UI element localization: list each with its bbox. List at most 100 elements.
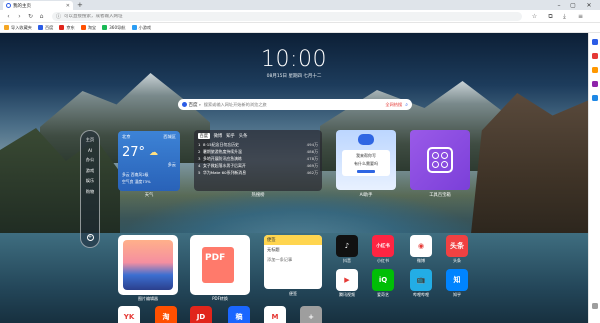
sidebar-settings-icon[interactable] [592,303,598,309]
app-icon[interactable]: 稿 [228,306,250,323]
back-button[interactable]: ‹ [4,12,13,21]
search-engine-selector[interactable]: 百度 ▾ [182,102,201,108]
ai-assistant-card[interactable]: 我来帮你写 有什么需要吗 [336,130,396,190]
sidebar-chat-icon[interactable] [592,81,598,87]
sidebar-app-icon[interactable] [592,67,598,73]
app-label: 哔哩哔哩 [413,292,429,297]
app-icon[interactable]: ▶ [336,269,358,291]
sidebar-search-icon[interactable] [592,39,598,45]
app-icon[interactable]: ♪ [336,235,358,257]
weather-temp: 27° [122,145,146,160]
weather-city: 北京 [122,134,131,139]
app-label: 知乎 [453,292,461,297]
category-nav-item[interactable]: 游戏 [86,168,94,174]
sidebar-video-icon[interactable] [592,95,598,101]
hot-title: 8·15纪念日勿忘历史 [203,142,239,147]
landscape-picture-icon [123,240,173,290]
app-icon[interactable]: iQ [372,269,394,291]
image-editor-card[interactable] [118,235,178,295]
download-icon[interactable]: ⤓ [560,12,569,21]
app-icon[interactable]: 淘 [155,306,177,323]
grid-icon [427,147,453,173]
app-icon[interactable]: M [264,306,286,323]
menu-icon[interactable]: ≡ [576,12,585,21]
app-label: 腾讯视频 [339,292,355,297]
hot-tab[interactable]: 知乎 [226,133,235,139]
app-icon[interactable]: 知 [446,269,468,291]
hot-search-button[interactable]: 全网热搜 [385,102,402,108]
home-button[interactable]: ⌂ [37,12,46,21]
hot-title: 女子救起落水男子后离开 [203,163,246,169]
image-editor-label: 图片编辑器 [138,296,158,301]
category-nav-item[interactable]: AI [88,148,92,153]
category-nav-item[interactable]: 购物 [86,189,94,195]
bookmark-item[interactable]: 京东 [59,24,75,31]
category-nav-item[interactable]: 主页 [86,137,94,143]
search-input[interactable] [203,102,383,107]
hot-list-row[interactable]: 4 女子救起落水男子后离开 469万 [198,162,318,169]
note-header: 便签 [264,235,322,245]
app-icon[interactable]: YK [118,306,140,323]
info-icon: ⓘ [56,14,62,20]
note-label: 便签 [289,291,297,296]
tab-close-icon[interactable]: ✕ [66,3,70,9]
bookmark-item[interactable]: 360导航 [102,24,126,31]
add-category-button[interactable]: + [86,234,94,241]
hot-list-row[interactable]: 1 8·15纪念日勿忘历史 494万 [198,141,318,148]
maximize-button[interactable]: ▢ [566,0,580,10]
new-tab-page: 10:00 08月15日 星期四 七月十二 百度 ▾ 全网热搜 ⌕ 主页 AI 办公… [0,33,588,323]
bookmark-item[interactable]: 百度 [37,24,54,31]
bookmark-label: 360导航 [109,24,126,30]
star-icon[interactable]: ☆ [530,12,539,21]
toolbox-card[interactable] [410,130,470,190]
app-icon[interactable]: JD [190,306,212,323]
app-icon[interactable]: ◉ [410,235,432,257]
ai-card-line2: 有什么需要吗 [354,161,378,166]
hot-list-widget: 百度 微博 知乎 头条 1 8·15纪念日勿忘历史 494万 2 暑期旅游热度持续升温 486万… [194,130,322,191]
ai-card-button[interactable] [357,170,375,173]
refresh-button[interactable]: ↻ [26,12,35,21]
app-label: 小红书 [377,258,389,263]
sidebar-mail-icon[interactable] [592,53,598,59]
weather-line1: 多云 西南风2级 [122,172,149,177]
app-icon[interactable]: 小红书 [372,235,394,257]
minimize-button[interactable]: – [552,0,566,10]
bookmark-label: 淘宝 [87,24,97,30]
app-icon[interactable]: 📺 [410,269,432,291]
hot-list-label: 热搜榜 [251,193,265,198]
cloud-icon: ☁ [149,147,159,158]
app-icon[interactable]: + [300,306,322,323]
bookmark-item[interactable]: 导入收藏夹 [4,25,32,31]
hot-list-row[interactable]: 5 华为Mate 60系列新消息 462万 [198,169,318,176]
bookmark-label: 百度 [44,24,54,30]
bookmark-icon [80,25,86,30]
hot-list-row[interactable]: 3 多地开展防汛应急演练 478万 [198,155,318,162]
extensions-icon[interactable]: ⧉ [546,12,555,21]
hot-tab[interactable]: 百度 [198,133,210,139]
hot-list-row[interactable]: 2 暑期旅游热度持续升温 486万 [198,148,318,155]
app-icon[interactable]: 头条 [446,235,468,257]
bookmark-label: 京东 [66,24,75,30]
address-input[interactable] [64,14,518,19]
bookmark-item[interactable]: 小游戏 [131,25,151,31]
weather-widget[interactable]: 北京 西城区 27° ☁ 多云 多云 西南风2级 空气良 湿度73% [118,131,180,191]
close-window-button[interactable]: ✕ [582,0,596,10]
category-nav-item[interactable]: 娱乐 [86,178,94,184]
weather-line2: 空气良 湿度73% [122,179,151,184]
search-box[interactable]: 百度 ▾ 全网热搜 ⌕ [178,99,412,110]
address-bar[interactable]: ⓘ [52,12,522,21]
bookmark-icon [4,25,9,30]
tab-home[interactable]: 我的主页 ✕ [3,1,73,10]
search-icon[interactable]: ⌕ [405,102,408,108]
hot-tab[interactable]: 头条 [239,133,248,139]
category-nav-item[interactable]: 办公 [86,157,94,163]
note-card[interactable]: 便签 无标题 添加一条记事 [264,235,322,289]
bookmark-item[interactable]: 淘宝 [80,24,97,31]
search-engine-label: 百度 [188,102,198,108]
new-tab-button[interactable]: + [77,1,83,9]
forward-button[interactable]: › [15,12,24,21]
hot-tab[interactable]: 微博 [214,133,223,139]
pdf-convert-label: PDF转换 [212,296,228,301]
pdf-convert-card[interactable]: PDF [190,235,250,295]
hot-title: 暑期旅游热度持续升温 [203,149,242,155]
